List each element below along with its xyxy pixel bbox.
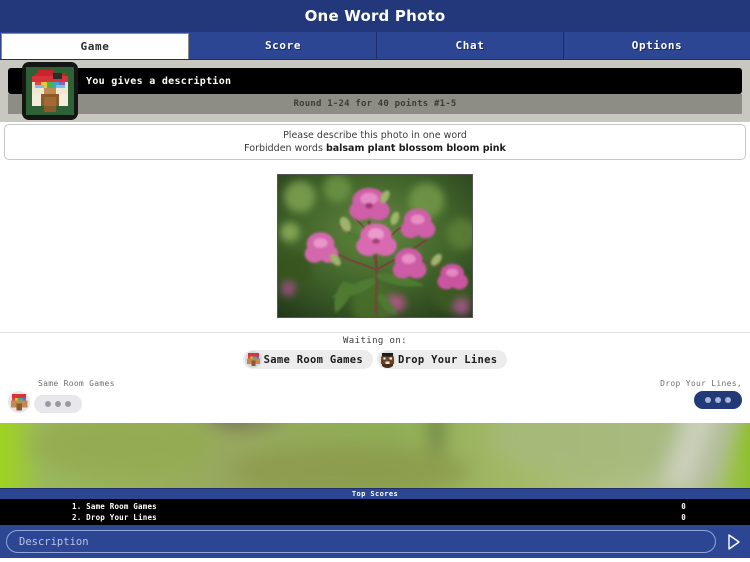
status-message: You gives a description [86,75,232,87]
tab-chat-label: Chat [455,39,485,52]
waiting-chip-same-room-games[interactable]: Same Room Games [242,350,373,369]
prompt-panel: Please describe this photo in one word F… [4,124,746,160]
send-button[interactable] [722,530,744,553]
tab-score[interactable]: Score [190,32,377,59]
forbidden-words-value: balsam plant blossom bloom pink [325,143,506,154]
status-strip: You gives a description Round 1-24 for 4… [0,60,750,122]
app-root: One Word Photo Game Score Chat Options Y… [0,0,750,562]
typing-dot [45,401,51,407]
typing-dot [715,397,721,403]
top-scores-header: Top Scores [0,488,750,499]
waiting-chip-label: Same Room Games [263,353,363,366]
score-row-name: 2. Drop Your Lines [72,513,157,522]
typing-dot [65,401,71,407]
input-bar [0,525,750,558]
self-avatar-frame[interactable] [22,62,78,120]
player-avatar-drop-your-lines [379,351,396,368]
chat-left-avatar [8,391,30,413]
top-scores-list: 1. Same Room Games 0 2. Drop Your Lines … [0,499,750,525]
status-message-bar: You gives a description [8,68,742,94]
chat-right-typing-bubble [694,391,742,409]
chat-message-left: Same Room Games [8,379,115,413]
tab-options[interactable]: Options [564,32,750,59]
title-bar: One Word Photo [0,0,750,32]
prompt-instruction: Please describe this photo in one word [283,130,467,141]
waiting-chip-list: Same Room Games Drop Your Lines [0,350,750,369]
waiting-label: Waiting on: [342,336,407,346]
score-row-name: 1. Same Room Games [72,502,157,511]
score-row-points: 0 [681,513,686,522]
photo-frame [277,174,473,318]
forbidden-words-line: Forbidden words balsam plant blossom blo… [244,143,506,154]
balsam-photo-icon [278,175,472,317]
app-title: One Word Photo [304,7,446,25]
chat-left-typing-bubble [34,395,82,413]
chat-right-name: Drop Your Lines, [660,379,742,388]
tab-options-label: Options [631,39,683,52]
typing-dot [705,397,711,403]
round-info-bar: Round 1-24 for 40 points #1-5 [8,94,742,114]
tab-bar: Game Score Chat Options [0,32,750,60]
photo-stage [0,160,750,332]
send-arrow-icon [727,533,740,550]
top-scores-label: Top Scores [351,490,399,498]
chat-left-name: Same Room Games [38,379,115,388]
typing-dot [55,401,61,407]
player-avatar-same-room-games [244,351,262,368]
typing-dot [725,397,731,403]
score-row: 2. Drop Your Lines 0 [0,512,750,523]
forbidden-words-label: Forbidden words [244,143,323,154]
description-input[interactable] [6,530,716,553]
chat-message-right: Drop Your Lines, [660,379,742,409]
waiting-section: Waiting on: Same Room Games Drop Your Li… [0,332,750,375]
waiting-chip-label: Drop Your Lines [398,353,498,366]
round-info: Round 1-24 for 40 points #1-5 [293,99,457,109]
self-avatar-icon [26,67,74,115]
waiting-chip-drop-your-lines[interactable]: Drop Your Lines [377,350,508,369]
tab-game[interactable]: Game [1,33,189,59]
score-row-points: 0 [681,502,686,511]
chat-zone: Same Room Games Drop Your Lines, [0,375,750,488]
score-row: 1. Same Room Games 0 [0,501,750,512]
tab-score-label: Score [264,39,302,52]
tab-chat[interactable]: Chat [377,32,564,59]
tab-game-label: Game [80,40,110,53]
